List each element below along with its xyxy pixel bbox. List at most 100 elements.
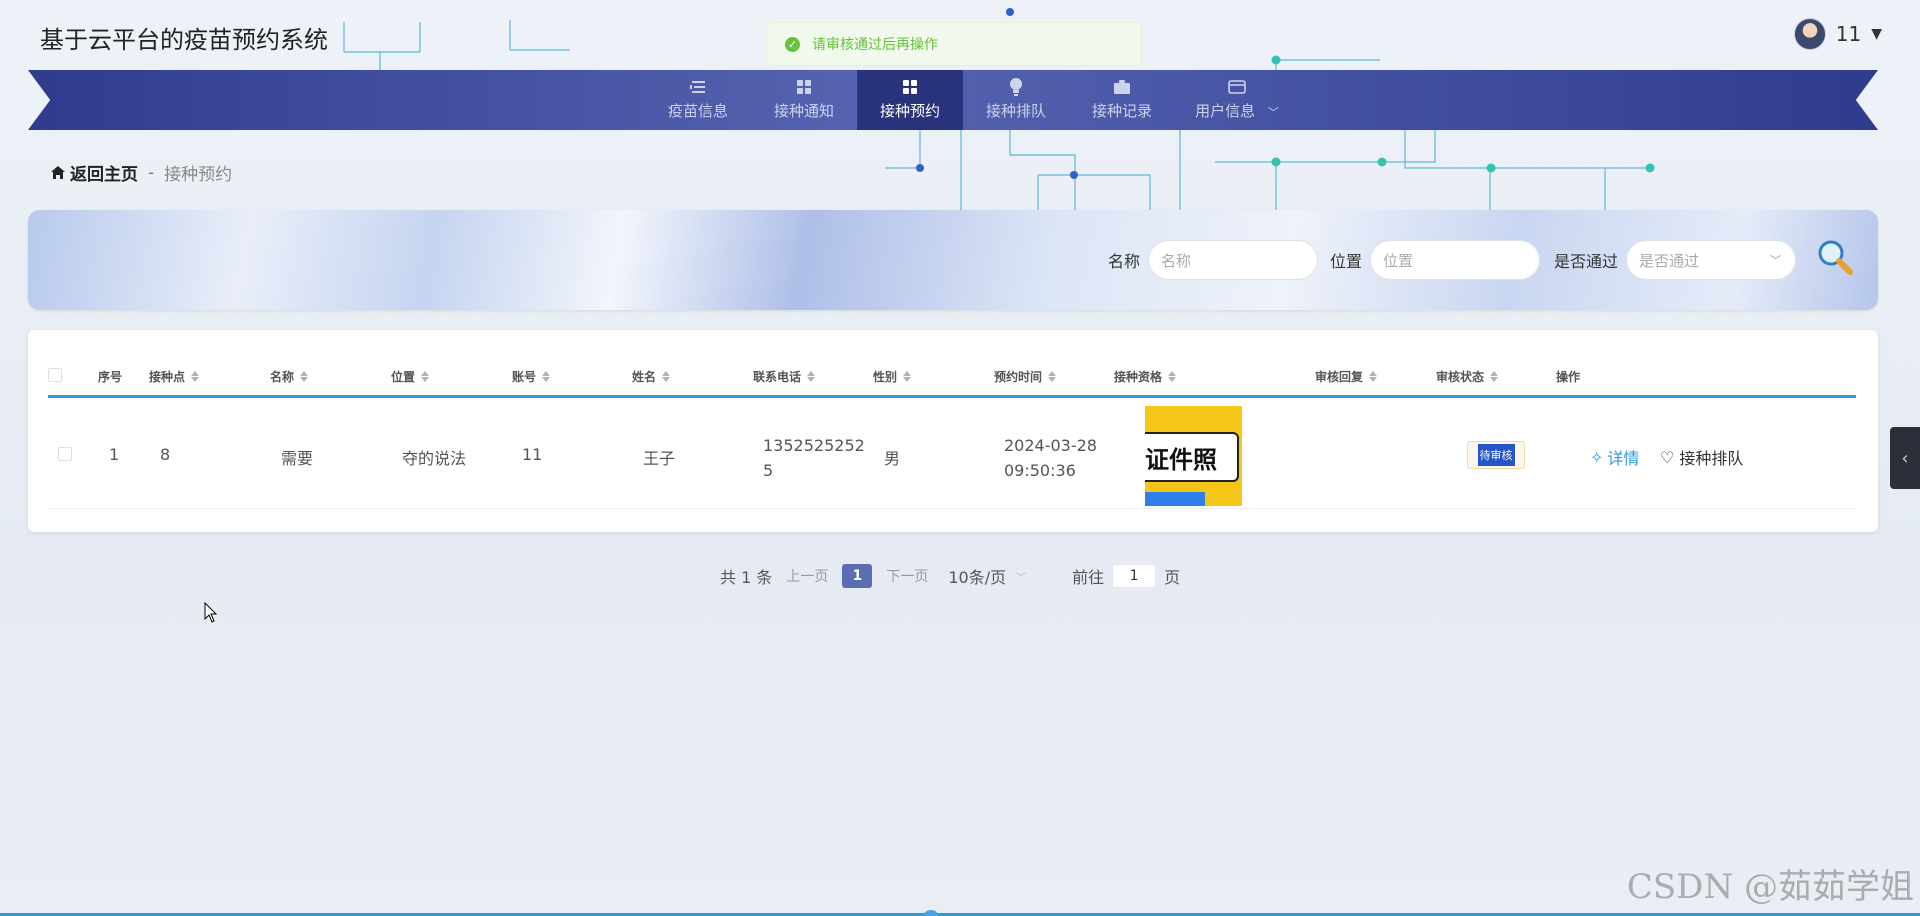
passed-select[interactable]: 是否通过 ﹀	[1626, 240, 1797, 280]
sort-icon	[542, 371, 551, 382]
passed-select-value: 是否通过	[1639, 251, 1700, 270]
col-location[interactable]: 位置	[391, 368, 430, 385]
search-panel: 名称 名称 位置 位置 是否通过 是否通过 ﹀	[28, 210, 1878, 310]
detail-label[interactable]: 详情	[1607, 445, 1639, 469]
side-collapse-button[interactable]: ‹	[1890, 427, 1920, 489]
chevron-left-icon: ‹	[1901, 447, 1909, 469]
cell-name: 需要	[281, 449, 314, 468]
pagination: 共 1 条 上一页 1 下一页 10条/页 ﹀ 前往 1 页	[720, 563, 1180, 589]
sort-icon	[300, 371, 309, 382]
sort-icon	[191, 371, 200, 382]
passed-label: 是否通过	[1554, 252, 1619, 271]
col-account[interactable]: 账号	[512, 368, 551, 385]
sort-icon	[1168, 371, 1177, 382]
location-input[interactable]: 位置	[1370, 240, 1541, 280]
queue-button[interactable]: ♡ 接种排队	[1660, 445, 1743, 469]
col-index: 序号	[98, 370, 123, 384]
nav-item-vaccine-info[interactable]: 疫苗信息	[645, 70, 751, 130]
breadcrumb-home-label[interactable]: 返回主页	[70, 160, 138, 185]
toast-message: ✓ 请审核通过后再操作	[766, 22, 1142, 66]
mouse-cursor-icon	[204, 602, 218, 623]
status-badge: 待审核	[1467, 441, 1525, 469]
search-field-location: 位置 位置	[1330, 240, 1541, 280]
row-checkbox[interactable]	[58, 447, 72, 461]
col-site[interactable]: 接种点	[149, 368, 200, 385]
grid-icon	[901, 79, 919, 95]
cell-location: 夺的说法	[402, 449, 467, 468]
nav-label: 疫苗信息	[667, 102, 728, 120]
pager-prev[interactable]: 上一页	[786, 566, 828, 586]
grid-icon	[795, 79, 813, 95]
status-text: 待审核	[1477, 444, 1515, 466]
cell-phone: 1352525252 5	[763, 436, 865, 480]
heart-icon: ♡	[1660, 447, 1675, 467]
nav-label: 接种通知	[773, 102, 834, 120]
nav-label: 用户信息 ﹀	[1195, 102, 1279, 120]
main-nav: 疫苗信息 接种通知 接种预约 接种排队 接种记录 用户信息 ﹀	[28, 70, 1878, 130]
col-phone[interactable]: 联系电话	[753, 368, 816, 385]
bottom-indicator	[924, 910, 938, 916]
pager-next[interactable]: 下一页	[886, 566, 928, 586]
pager-goto: 前往 1 页	[1072, 564, 1180, 588]
col-time[interactable]: 预约时间	[994, 368, 1057, 385]
sort-icon	[1369, 371, 1378, 382]
nav-item-queue[interactable]: 接种排队	[963, 70, 1069, 130]
queue-label[interactable]: 接种排队	[1679, 445, 1743, 469]
chevron-down-icon: ﹀	[1016, 572, 1027, 584]
user-menu[interactable]: 11 ▼	[1793, 18, 1882, 50]
home-icon	[51, 166, 65, 179]
search-field-passed: 是否通过 是否通过 ﹀	[1554, 240, 1797, 280]
col-reply[interactable]: 审核回复	[1315, 368, 1378, 385]
site-title: 基于云平台的疫苗预约系统	[40, 26, 328, 54]
goto-unit: 页	[1164, 568, 1181, 587]
sparkle-icon: ✧	[1590, 447, 1604, 467]
name-label: 名称	[1108, 252, 1141, 271]
pager-page-1[interactable]: 1	[842, 564, 873, 588]
col-gender[interactable]: 性别	[873, 368, 912, 385]
qualification-image-text: 证件照	[1145, 432, 1239, 482]
location-label: 位置	[1330, 252, 1363, 271]
cell-site: 8	[160, 445, 171, 464]
toast-text: 请审核通过后再操作	[812, 37, 938, 53]
cell-index: 1	[109, 445, 120, 464]
nav-item-appointment[interactable]: 接种预约	[857, 70, 963, 130]
page-size-select[interactable]: 10条/页 ﹀	[948, 564, 1026, 588]
nav-item-user-info[interactable]: 用户信息 ﹀	[1175, 70, 1299, 130]
page-size-value: 10条/页	[948, 568, 1007, 587]
search-icon[interactable]	[1815, 238, 1855, 278]
goto-label: 前往	[1072, 568, 1105, 587]
select-all-checkbox[interactable]	[48, 368, 62, 382]
avatar[interactable]	[1793, 18, 1826, 50]
qualification-image[interactable]: 证件照	[1145, 406, 1242, 506]
briefcase-icon	[1113, 79, 1131, 95]
caret-down-icon[interactable]: ▼	[1871, 26, 1882, 42]
watermark: CSDN @茹茹学姐	[1626, 867, 1914, 907]
col-qualification[interactable]: 接种资格	[1114, 368, 1177, 385]
nav-label: 接种预约	[879, 102, 940, 120]
search-field-name: 名称 名称	[1108, 240, 1319, 280]
cell-time: 2024-03-28 09:50:36	[1004, 436, 1097, 480]
check-circle-icon: ✓	[785, 36, 800, 52]
nav-item-notice[interactable]: 接种通知	[751, 70, 857, 130]
chevron-down-icon: ﹀	[1770, 254, 1782, 267]
breadcrumb-separator: -	[148, 162, 155, 183]
breadcrumb-home[interactable]: 返回主页	[50, 160, 138, 185]
detail-button[interactable]: ✧ 详情	[1590, 445, 1639, 469]
user-name[interactable]: 11	[1836, 22, 1861, 46]
pager-total: 共 1 条	[720, 568, 773, 587]
cell-gender: 男	[884, 449, 901, 468]
goto-input[interactable]: 1	[1112, 564, 1157, 588]
col-status[interactable]: 审核状态	[1436, 368, 1499, 385]
col-person[interactable]: 姓名	[632, 368, 671, 385]
cell-account: 11	[522, 445, 543, 464]
col-name[interactable]: 名称	[270, 368, 309, 385]
name-input[interactable]: 名称	[1148, 240, 1319, 280]
sort-icon	[421, 371, 430, 382]
sort-icon	[1490, 371, 1499, 382]
chevron-down-icon: ﹀	[1267, 106, 1279, 119]
nav-item-records[interactable]: 接种记录	[1069, 70, 1175, 130]
sort-icon	[903, 371, 912, 382]
table-header: 序号 接种点 名称 位置 账号 姓名 联系电话 性别 预约时间 接种资格 审核回…	[48, 352, 1856, 398]
nav-label: 接种排队	[985, 102, 1046, 120]
breadcrumb: 返回主页 - 接种预约	[50, 160, 232, 185]
